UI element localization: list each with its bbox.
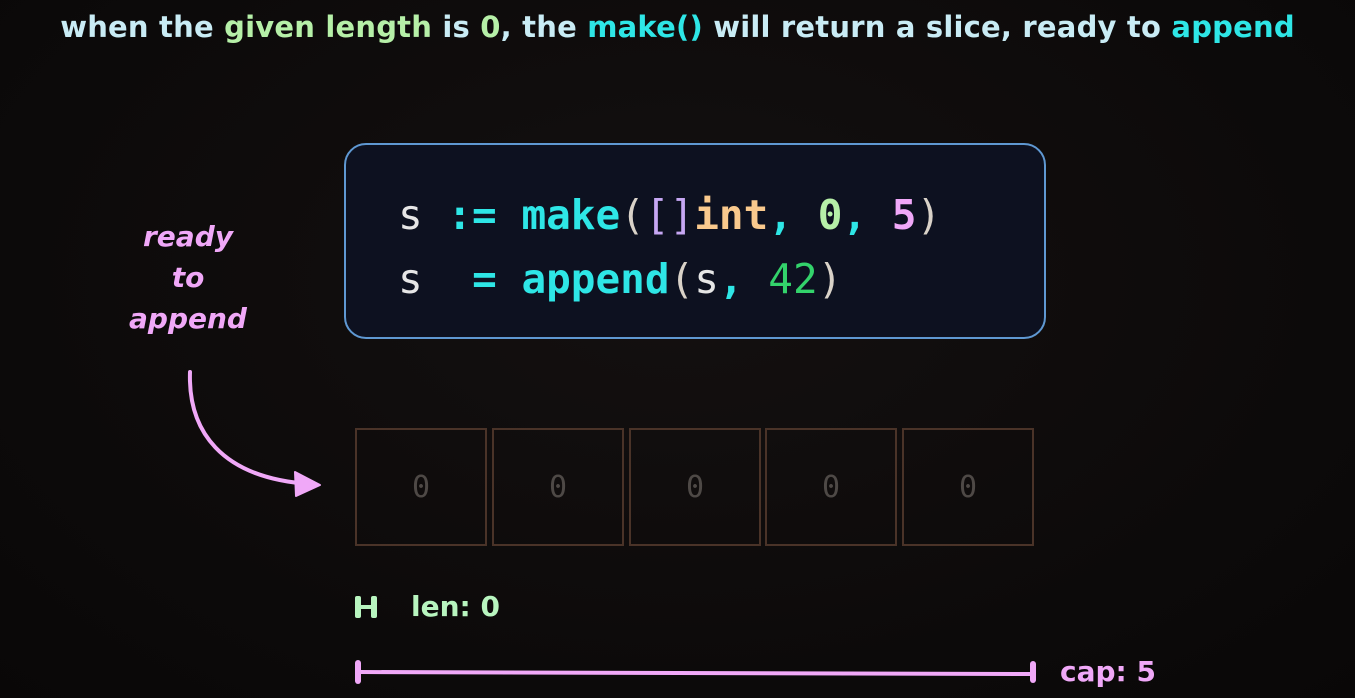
cap-label: cap: 5	[1060, 655, 1156, 688]
headline-zero: 0	[480, 10, 501, 44]
code-op-declare: :=	[447, 191, 497, 239]
code-box: s := make([]int, 0, 5) s = append(s, 42)	[344, 143, 1046, 339]
headline-make: make()	[587, 10, 703, 44]
len-value: 0	[480, 590, 500, 623]
len-marker-icon	[355, 596, 377, 618]
headline: when the given length is 0, the make() w…	[0, 10, 1355, 44]
code-paren: (	[620, 191, 645, 239]
note-line: append	[129, 302, 247, 335]
code-arg-s: s	[694, 255, 719, 303]
len-label-text: len:	[411, 590, 471, 623]
code-type-int: int	[694, 191, 769, 239]
code-op-assign: =	[472, 255, 497, 303]
headline-part: will return a slice, ready to	[702, 10, 1172, 44]
array-cell: 0	[902, 428, 1034, 546]
note-line: to	[171, 261, 205, 294]
headline-part: is	[432, 10, 481, 44]
code-cap-arg: 5	[891, 191, 917, 239]
curved-arrow-icon	[187, 370, 321, 497]
code-line-append: s = append(s, 42)	[398, 259, 842, 300]
array-cell: 0	[355, 428, 487, 546]
array-cell: 0	[629, 428, 761, 546]
headline-part: when the	[60, 10, 225, 44]
code-func-append: append	[521, 255, 670, 303]
len-label: len: 0	[411, 590, 500, 623]
code-var: s	[398, 191, 423, 239]
note-line: ready	[143, 220, 233, 253]
code-brackets: []	[644, 191, 695, 239]
code-func-make: make	[521, 191, 621, 239]
headline-given-length: given length	[224, 10, 433, 44]
code-paren: )	[817, 255, 843, 303]
code-comma: ,	[842, 191, 868, 239]
code-comma: ,	[718, 255, 744, 303]
code-comma: ,	[768, 191, 793, 239]
code-line-make: s := make([]int, 0, 5)	[398, 195, 941, 236]
ready-to-append-note: ready to append	[108, 216, 268, 339]
array-cell: 0	[765, 428, 897, 546]
cap-range-bar	[355, 660, 1036, 684]
cap-value: 5	[1136, 655, 1156, 688]
code-var: s	[398, 255, 423, 303]
headline-append: append	[1171, 10, 1295, 44]
array-cell: 0	[492, 428, 624, 546]
code-value-42: 42	[768, 255, 818, 303]
code-paren: )	[916, 191, 942, 239]
cap-label-text: cap:	[1060, 655, 1127, 688]
code-len-arg: 0	[817, 191, 843, 239]
headline-part: , the	[500, 10, 588, 44]
code-paren: (	[669, 255, 695, 303]
